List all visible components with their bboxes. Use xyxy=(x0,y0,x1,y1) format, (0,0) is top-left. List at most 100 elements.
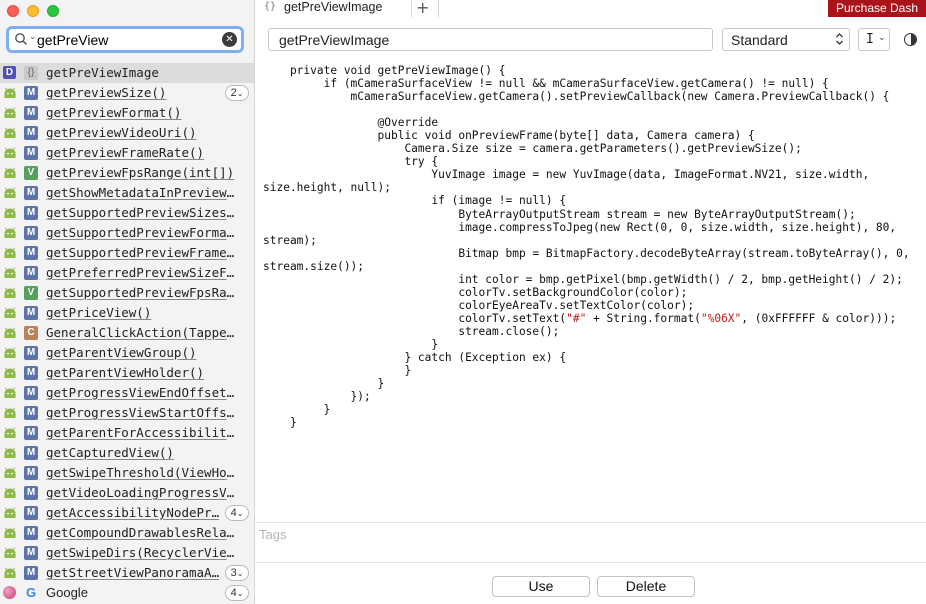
android-icon xyxy=(4,247,16,258)
code-editor[interactable]: private void getPreViewImage() { if (mCa… xyxy=(256,62,926,522)
result-row[interactable]: MgetSupportedPreviewSizes() xyxy=(0,203,254,223)
purchase-dash-button[interactable]: Purchase Dash xyxy=(828,0,926,17)
kind-c-icon: C xyxy=(24,326,38,340)
result-label: getSupportedPreviewFpsRan… xyxy=(46,285,240,300)
code-line: if (image != null) { xyxy=(263,194,567,208)
result-row[interactable]: C GeneralClickAction(Tapper… xyxy=(0,323,254,343)
result-row[interactable]: MgetSwipeDirs(RecyclerView… xyxy=(0,543,254,563)
code-line: colorTv.setText("#" + String.format("%06… xyxy=(263,311,897,325)
result-row[interactable]: G Google 4⌄ xyxy=(0,583,254,603)
result-label: getParentViewHolder() xyxy=(46,365,205,380)
dribbble-ball-icon xyxy=(3,586,16,599)
text-style-select[interactable]: I ⌄ xyxy=(858,28,890,51)
tab-divider xyxy=(411,0,412,17)
result-count-badge[interactable]: 4⌄ xyxy=(225,585,249,601)
result-label: getCompoundDrawablesRelat… xyxy=(46,525,240,540)
tab-divider xyxy=(438,0,439,17)
result-row[interactable]: MgetPriceView() xyxy=(0,303,254,323)
result-label: getShowMetadataInPreview() xyxy=(46,185,240,200)
result-row[interactable]: MgetParentViewGroup() xyxy=(0,343,254,363)
snippet-title-field[interactable] xyxy=(268,28,713,51)
android-icon xyxy=(4,507,16,518)
result-label: getPreViewImage xyxy=(46,65,159,80)
new-tab-button[interactable]: + xyxy=(416,0,429,17)
android-icon xyxy=(4,407,16,418)
result-row[interactable]: MgetStreetViewPanoramaA… 3⌄ xyxy=(0,563,254,583)
android-icon xyxy=(4,327,16,338)
use-button[interactable]: Use xyxy=(492,576,590,597)
result-count-badge[interactable]: 3⌄ xyxy=(225,565,249,581)
android-icon xyxy=(4,167,16,178)
result-row[interactable]: MgetCompoundDrawablesRelat… xyxy=(0,523,254,543)
code-line: @Override xyxy=(263,116,439,130)
theme-contrast-icon[interactable] xyxy=(904,33,917,46)
result-label: getCapturedView() xyxy=(46,445,174,460)
result-row[interactable]: MgetParentViewHolder() xyxy=(0,363,254,383)
result-label: getSupportedPreviewFrameR… xyxy=(46,245,240,260)
android-icon xyxy=(4,307,16,318)
result-row[interactable]: D {} getPreViewImage xyxy=(0,63,254,83)
kind-m-icon: M xyxy=(24,406,38,420)
kind-m-icon: M xyxy=(24,86,38,100)
result-row[interactable]: MgetPreviewVideoUri() xyxy=(0,123,254,143)
result-row[interactable]: MgetPreviewFormat() xyxy=(0,103,254,123)
result-row[interactable]: MgetCapturedView() xyxy=(0,443,254,463)
result-label: getSwipeThreshold(ViewHol… xyxy=(46,465,240,480)
result-count-badge[interactable]: 2⌄ xyxy=(225,85,249,101)
code-line: int color = bmp.getPixel(bmp.getWidth() … xyxy=(263,272,903,286)
delete-button[interactable]: Delete xyxy=(597,576,695,597)
android-icon xyxy=(4,207,16,218)
chevron-down-icon: ⌄ xyxy=(236,509,244,518)
result-row[interactable]: MgetParentForAccessibility… xyxy=(0,423,254,443)
kind-m-icon: M xyxy=(24,546,38,560)
code-line: } xyxy=(263,416,297,430)
result-row[interactable]: MgetProgressViewEndOffset() xyxy=(0,383,254,403)
window-minimize-button[interactable] xyxy=(27,5,39,17)
result-row[interactable]: MgetSupportedPreviewFrameR… xyxy=(0,243,254,263)
tags-field[interactable]: Tags xyxy=(259,527,286,542)
sidebar: ⌄ ✕ D {} getPreViewImage MgetPreviewSize() 2… xyxy=(0,0,255,604)
search-input[interactable] xyxy=(37,30,217,49)
kind-m-icon: M xyxy=(24,366,38,380)
result-row[interactable]: MgetShowMetadataInPreview() xyxy=(0,183,254,203)
result-row[interactable]: MgetSwipeThreshold(ViewHol… xyxy=(0,463,254,483)
chevron-down-icon: ⌄ xyxy=(236,589,244,598)
platform-select[interactable]: Standard xyxy=(722,28,850,51)
result-row[interactable]: MgetSupportedPreviewFormat… xyxy=(0,223,254,243)
clear-search-icon[interactable]: ✕ xyxy=(222,32,237,47)
chevron-down-icon[interactable]: ⌄ xyxy=(29,32,37,42)
window-zoom-button[interactable] xyxy=(47,5,59,17)
result-row[interactable]: MgetPreferredPreviewSizeFo… xyxy=(0,263,254,283)
code-line: public void onPreviewFrame(byte[] data, … xyxy=(263,129,755,143)
result-label: getParentViewGroup() xyxy=(46,345,197,360)
code-line: YuvImage image = new YuvImage(data, Imag… xyxy=(263,168,870,182)
result-row[interactable]: MgetPreviewSize() 2⌄ xyxy=(0,83,254,103)
code-line: ByteArrayOutputStream stream = new ByteA… xyxy=(263,207,856,221)
result-row[interactable]: MgetPreviewFrameRate() xyxy=(0,143,254,163)
kind-m-icon: M xyxy=(24,206,38,220)
code-line: } xyxy=(263,337,439,351)
result-row[interactable]: MgetProgressViewStartOffse… xyxy=(0,403,254,423)
android-icon xyxy=(4,227,16,238)
result-row[interactable]: MgetAccessibilityNodePr… 4⌄ xyxy=(0,503,254,523)
window-close-button[interactable] xyxy=(7,5,19,17)
android-icon xyxy=(4,527,16,538)
result-row[interactable]: VgetPreviewFpsRange(int[]) xyxy=(0,163,254,183)
code-line: } xyxy=(263,403,331,417)
search-box[interactable]: ⌄ ✕ xyxy=(6,26,244,53)
divider xyxy=(256,522,926,523)
android-icon xyxy=(4,147,16,158)
code-content[interactable]: private void getPreViewImage() { if (mCa… xyxy=(263,64,923,429)
search-icon[interactable] xyxy=(14,32,28,46)
android-icon xyxy=(4,387,16,398)
result-row[interactable]: VgetSupportedPreviewFpsRan… xyxy=(0,283,254,303)
code-line: mCameraSurfaceView.getCamera().setPrevie… xyxy=(263,90,890,104)
android-icon xyxy=(4,287,16,298)
tab-active[interactable]: {} getPreViewImage xyxy=(256,0,411,17)
result-label: getVideoLoadingProgressVi… xyxy=(46,485,240,500)
result-row[interactable]: MgetVideoLoadingProgressVi… xyxy=(0,483,254,503)
result-label: getPreviewFpsRange(int[]) xyxy=(46,165,235,180)
result-count-badge[interactable]: 4⌄ xyxy=(225,505,249,521)
code-line: stream); xyxy=(263,233,317,247)
code-line: } xyxy=(263,377,385,391)
